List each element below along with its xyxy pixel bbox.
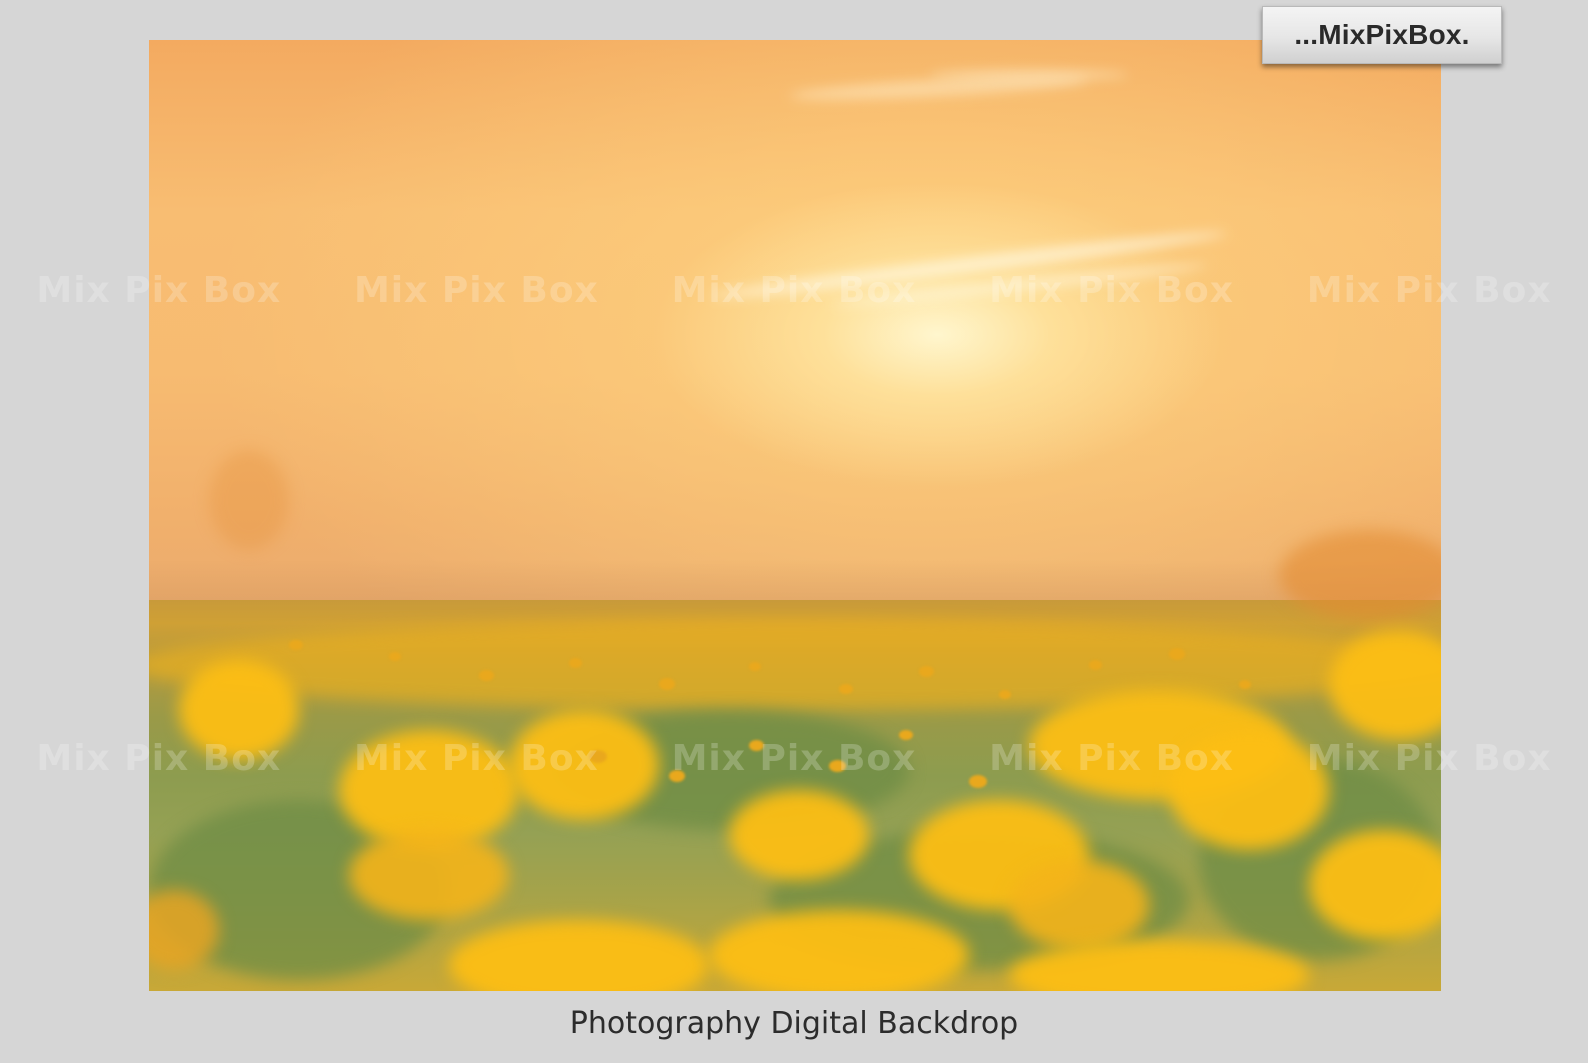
- flower-speck: [749, 662, 761, 671]
- brand-label: ...MixPixBox.: [1294, 19, 1470, 50]
- flower-band: [149, 620, 1441, 710]
- flower-blur: [509, 710, 659, 820]
- cloud-wisp: [929, 70, 1129, 80]
- flower-speck: [589, 750, 607, 763]
- flower-speck: [479, 670, 494, 681]
- flower-blur: [1279, 530, 1441, 620]
- flower-speck: [969, 775, 987, 788]
- flower-blur: [1009, 860, 1149, 950]
- flower-speck: [669, 770, 685, 782]
- flower-speck: [999, 690, 1011, 699]
- backdrop-photo: [149, 40, 1441, 991]
- flower-blur: [179, 660, 299, 760]
- flower-blur: [729, 790, 869, 880]
- flower-field: [149, 450, 1441, 991]
- flower-speck: [899, 730, 913, 740]
- flower-speck: [919, 666, 934, 677]
- flower-speck: [289, 640, 303, 650]
- flower-speck: [749, 740, 764, 751]
- flower-blur: [709, 910, 969, 991]
- flower-speck: [1169, 648, 1185, 660]
- flower-blur: [1169, 730, 1329, 850]
- flower-speck: [569, 658, 582, 668]
- flower-speck: [659, 678, 675, 690]
- flower-speck: [829, 760, 846, 772]
- flower-blur: [449, 920, 709, 991]
- flower-speck: [839, 684, 853, 694]
- flower-speck: [1239, 680, 1251, 689]
- flower-blur: [209, 450, 289, 550]
- caption: Photography Digital Backdrop: [569, 1006, 1019, 1041]
- brand-badge: ...MixPixBox.: [1262, 6, 1502, 64]
- flower-speck: [389, 652, 401, 661]
- flower-blur: [349, 830, 509, 920]
- flower-speck: [1089, 660, 1102, 670]
